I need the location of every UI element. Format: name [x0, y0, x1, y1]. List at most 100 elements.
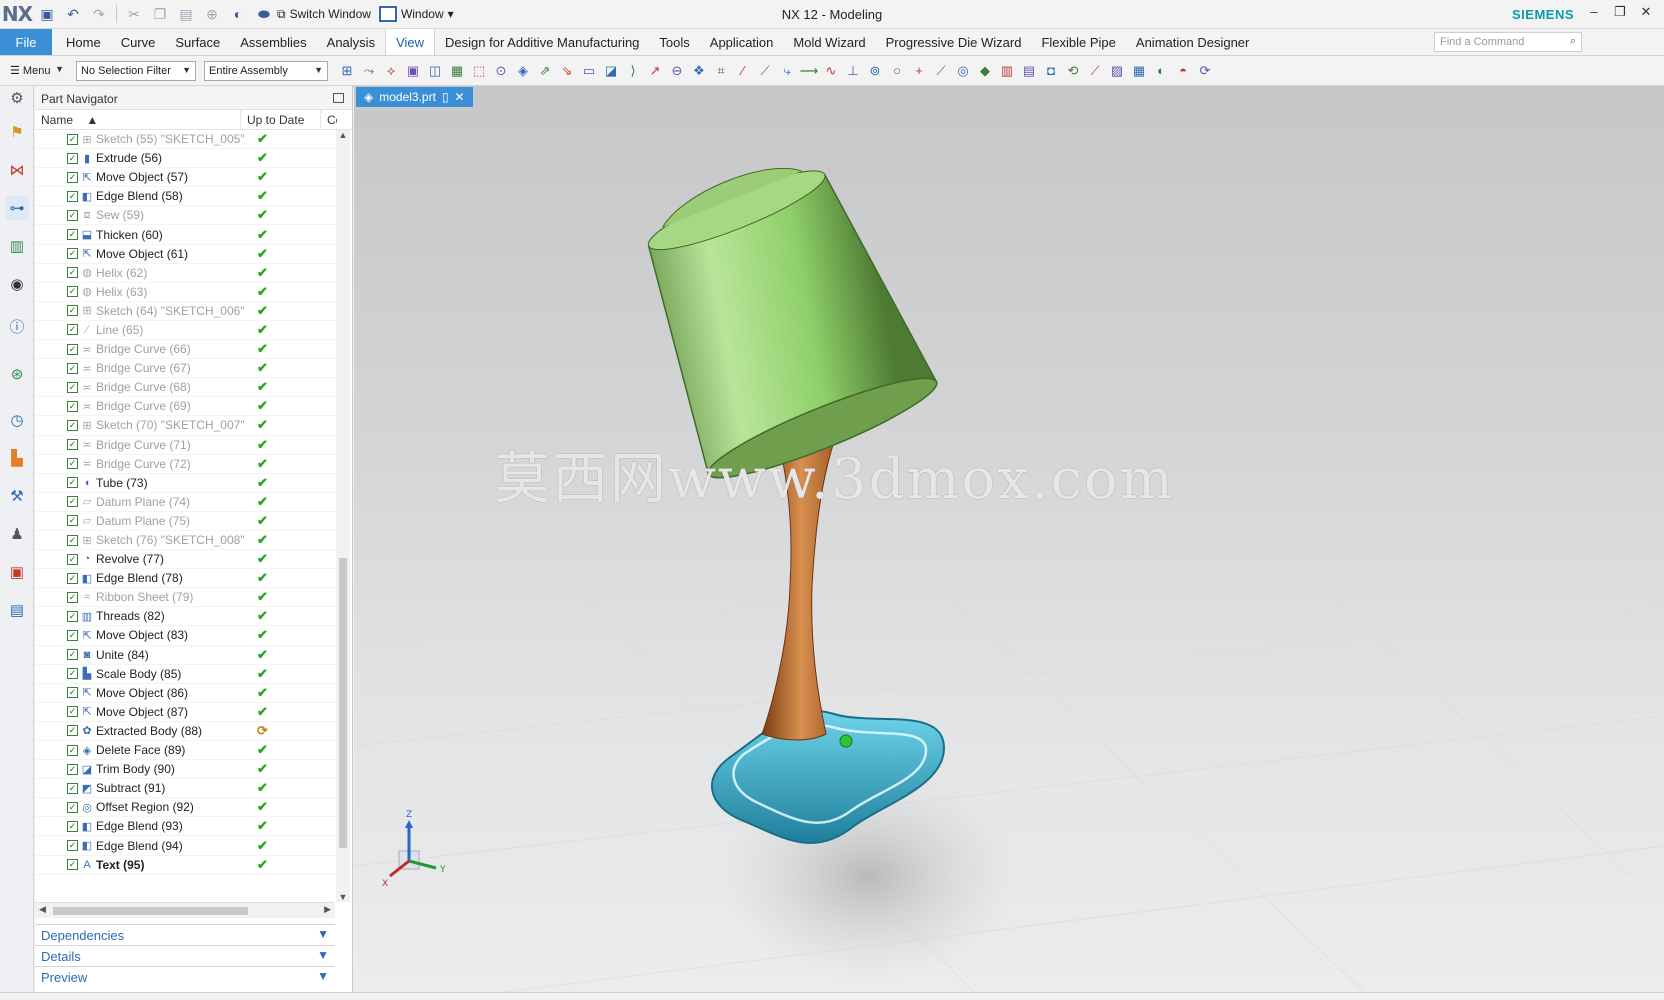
toolbar-tool-icon[interactable]: ▤ — [1019, 61, 1039, 81]
toolbar-tool-icon[interactable]: ◓ — [1173, 61, 1193, 81]
visibility-checkbox[interactable]: ✓ — [67, 229, 78, 241]
feature-row[interactable]: ✓ ≍ Bridge Curve (72) ✔ — [35, 455, 337, 474]
feature-row[interactable]: ✓ A Text (95) ✔ — [35, 856, 337, 875]
toolbar-tool-icon[interactable]: ⟩ — [623, 61, 643, 81]
feature-row[interactable]: ✓ ⇱ Move Object (57) ✔ — [35, 168, 337, 188]
toolbar-tool-icon[interactable]: ⊚ — [865, 61, 885, 81]
find-command-input[interactable]: Find a Command — [1434, 32, 1582, 52]
toolbar-tool-icon[interactable]: ◪ — [601, 61, 621, 81]
switch-window-button[interactable]: ⧉ Switch Window — [277, 7, 371, 22]
settings-icon[interactable]: ⚙ — [5, 86, 29, 110]
tab-animation-designer[interactable]: Animation Designer — [1126, 29, 1259, 55]
cut-icon[interactable]: ✂ — [123, 3, 145, 25]
toolbar-tool-icon[interactable]: ↗ — [645, 61, 665, 81]
tab-view[interactable]: View — [385, 29, 436, 55]
selection-filter-select[interactable]: No Selection Filter ▼ — [76, 60, 196, 81]
nx-logo[interactable]: NX — [0, 0, 34, 29]
toolbar-tool-icon[interactable]: ⟿ — [799, 61, 819, 81]
visibility-checkbox[interactable]: ✓ — [67, 362, 78, 374]
visibility-checkbox[interactable]: ✓ — [67, 668, 78, 680]
toolbar-tool-icon[interactable]: ▨ — [1107, 61, 1127, 81]
visibility-checkbox[interactable]: ✓ — [67, 171, 78, 183]
tab-analysis[interactable]: Analysis — [317, 29, 385, 55]
reuse-library-icon[interactable]: ▥ — [5, 234, 29, 258]
tab-progressive-die-wizard[interactable]: Progressive Die Wizard — [876, 29, 1032, 55]
scroll-up-icon[interactable]: ▲ — [336, 130, 350, 140]
paste-icon[interactable]: ▤ — [175, 3, 197, 25]
vertical-scroll-thumb[interactable] — [339, 558, 347, 848]
visibility-checkbox[interactable]: ✓ — [67, 534, 78, 546]
feature-row[interactable]: ✓ ◍ Helix (62) ✔ — [35, 264, 337, 283]
feature-row[interactable]: ✓ ◎ Offset Region (92) ✔ — [35, 798, 337, 818]
preview-panel[interactable]: Preview ▼ — [35, 966, 335, 987]
visibility-checkbox[interactable]: ✓ — [67, 610, 78, 622]
visibility-checkbox[interactable]: ✓ — [67, 209, 78, 221]
toolbar-tool-icon[interactable]: ▦ — [447, 61, 467, 81]
toolbar-tool-icon[interactable]: ◆ — [975, 61, 995, 81]
model-viewport[interactable]: Z Y X — [354, 86, 1664, 992]
visibility-checkbox[interactable]: ✓ — [67, 553, 78, 565]
feature-row[interactable]: ✓ ⇱ Move Object (86) ✔ — [35, 684, 337, 703]
visibility-checkbox[interactable]: ✓ — [67, 840, 78, 852]
scroll-right-icon[interactable]: ▶ — [324, 904, 331, 915]
horizontal-scroll-thumb[interactable] — [53, 907, 248, 915]
selection-scope-select[interactable]: Entire Assembly ▼ — [204, 60, 328, 81]
toolbar-tool-icon[interactable]: ⟲ — [1063, 61, 1083, 81]
tab-assemblies[interactable]: Assemblies — [230, 29, 316, 55]
visibility-checkbox[interactable]: ✓ — [67, 343, 78, 355]
visibility-checkbox[interactable]: ✓ — [67, 649, 78, 661]
toolbar-tool-icon[interactable]: ◫ — [425, 61, 445, 81]
tab-tools[interactable]: Tools — [649, 29, 699, 55]
palette-icon[interactable]: ▤ — [5, 598, 29, 622]
toolbar-tool-icon[interactable]: ⁄ — [733, 61, 753, 81]
visibility-checkbox[interactable]: ✓ — [67, 725, 78, 737]
save-icon[interactable]: ▣ — [36, 3, 58, 25]
feature-row[interactable]: ✓ ⇱ Move Object (83) ✔ — [35, 626, 337, 646]
toolbar-tool-icon[interactable]: ⬚ — [469, 61, 489, 81]
toolbar-tool-icon[interactable]: ◈ — [513, 61, 533, 81]
toolbar-tool-icon[interactable]: ◎ — [953, 61, 973, 81]
visibility-checkbox[interactable]: ✓ — [67, 419, 78, 431]
constraint-navigator-icon[interactable]: ⋈ — [5, 158, 29, 182]
toolbar-tool-icon[interactable]: ⊖ — [667, 61, 687, 81]
toolbar-tool-icon[interactable]: ❖ — [689, 61, 709, 81]
tab-mold-wizard[interactable]: Mold Wizard — [783, 29, 875, 55]
feature-row[interactable]: ✓ ≍ Bridge Curve (67) ✔ — [35, 359, 337, 379]
visibility-checkbox[interactable]: ✓ — [67, 133, 78, 145]
feature-row[interactable]: ✓ ≍ Bridge Curve (66) ✔ — [35, 340, 337, 360]
scroll-down-icon[interactable]: ▼ — [336, 892, 350, 902]
visibility-checkbox[interactable]: ✓ — [67, 286, 78, 298]
feature-row[interactable]: ✓ ▱ Datum Plane (74) ✔ — [35, 493, 337, 512]
visibility-checkbox[interactable]: ✓ — [67, 744, 78, 756]
toolbar-tool-icon[interactable]: ⟋ — [1085, 61, 1105, 81]
toolbar-tool-icon[interactable]: + — [909, 61, 929, 81]
visibility-checkbox[interactable]: ✓ — [67, 859, 78, 871]
toolbar-tool-icon[interactable]: ▭ — [579, 61, 599, 81]
toolbar-tool-icon[interactable]: ⊞ — [337, 61, 357, 81]
feature-row[interactable]: ✓ ≍ Bridge Curve (71) ✔ — [35, 436, 337, 455]
visibility-checkbox[interactable]: ✓ — [67, 572, 78, 584]
visibility-checkbox[interactable]: ✓ — [67, 267, 78, 279]
visibility-checkbox[interactable]: ✓ — [67, 763, 78, 775]
hd3d-tools-icon[interactable]: ⓘ — [5, 314, 29, 338]
visibility-checkbox[interactable]: ✓ — [67, 458, 78, 470]
copy-icon[interactable]: ❐ — [149, 3, 171, 25]
feature-row[interactable]: ✓ ≍ Bridge Curve (69) ✔ — [35, 397, 337, 417]
toolbar-tool-icon[interactable]: ⊙ — [491, 61, 511, 81]
maximize-icon[interactable] — [333, 93, 344, 103]
toolbar-tool-icon[interactable]: ∿ — [821, 61, 841, 81]
feature-row[interactable]: ✓ ◈ Delete Face (89) ✔ — [35, 741, 337, 761]
tab-home[interactable]: Home — [56, 29, 111, 55]
toolbar-tool-icon[interactable]: ◐ — [1151, 61, 1171, 81]
visibility-checkbox[interactable]: ✓ — [67, 305, 78, 317]
tab-file[interactable]: File — [0, 29, 52, 55]
toolbar-tool-icon[interactable]: ⊥ — [843, 61, 863, 81]
tab-design-for-additive-manufacturing[interactable]: Design for Additive Manufacturing — [435, 29, 649, 55]
restore-icon[interactable]: ❐ — [1608, 4, 1632, 24]
graphics-window[interactable]: ◈ model3.prt ▯ ✕ Z Y X 莫西网www.3dmox.com — [354, 86, 1664, 992]
feature-row[interactable]: ✓ ▮ Extrude (56) ✔ — [35, 149, 337, 169]
feature-row[interactable]: ✓ ◍ Helix (63) ✔ — [35, 283, 337, 302]
feature-row[interactable]: ✓ ≍ Bridge Curve (68) ✔ — [35, 378, 337, 398]
feature-row[interactable]: ✓ ⁄ Line (65) ✔ — [35, 321, 337, 341]
details-panel[interactable]: Details ▼ — [35, 945, 335, 966]
